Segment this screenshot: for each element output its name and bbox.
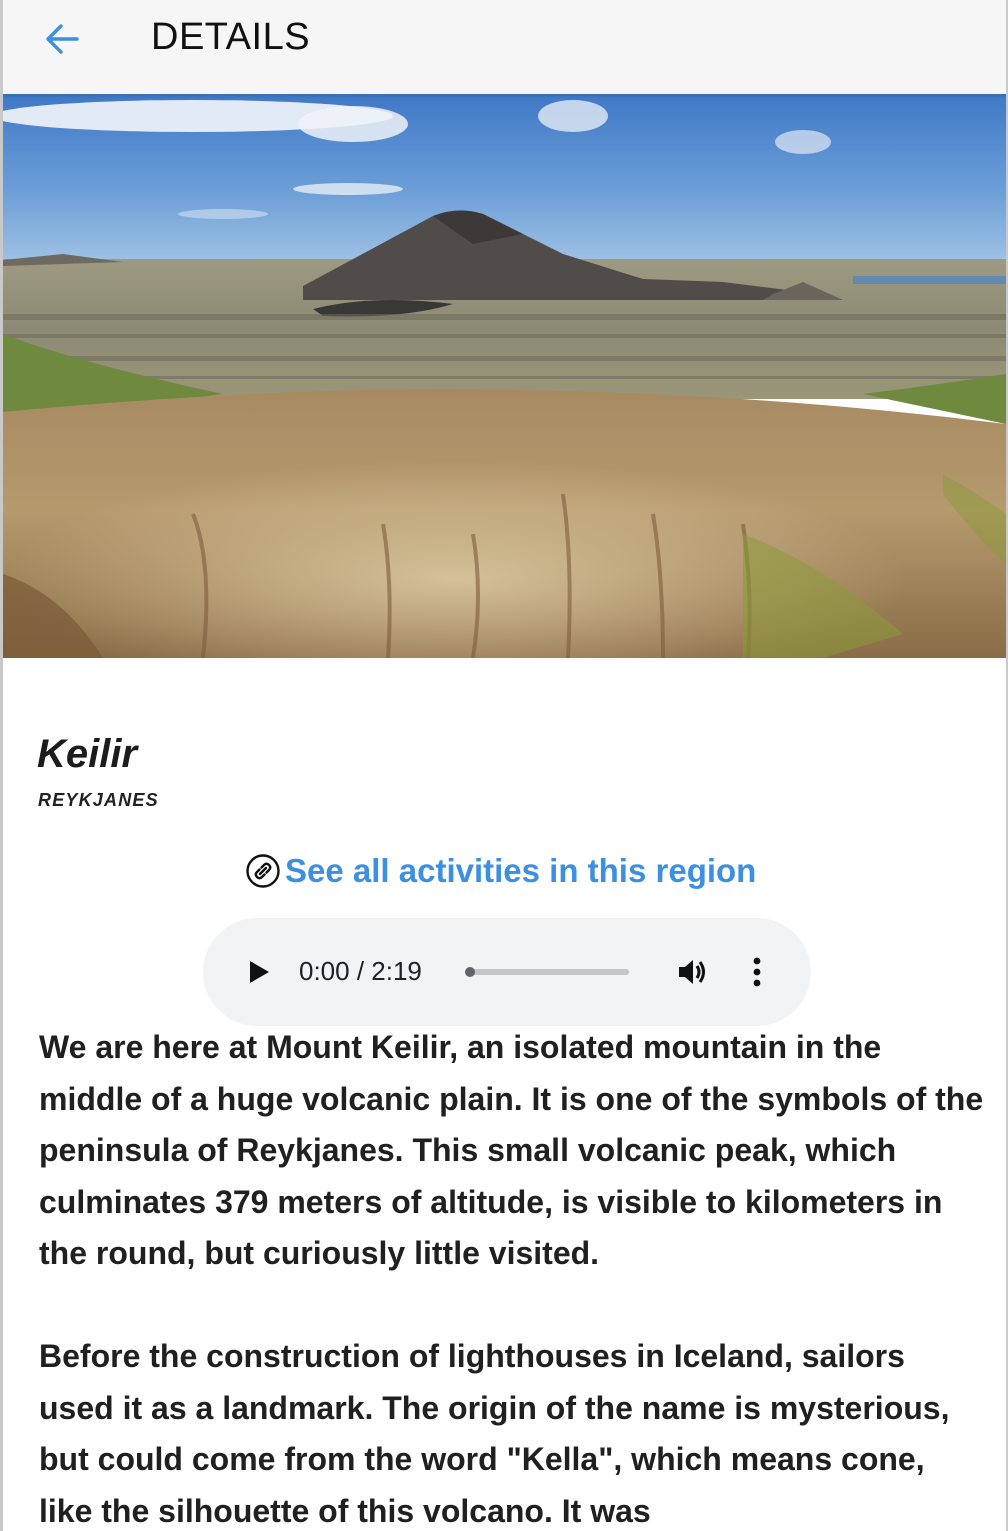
audio-menu-button[interactable] bbox=[743, 954, 771, 990]
audio-progress-bar[interactable] bbox=[465, 967, 629, 977]
see-activities-link[interactable]: See all activities in this region bbox=[245, 852, 756, 890]
see-activities-label: See all activities in this region bbox=[285, 852, 757, 889]
play-icon bbox=[250, 961, 269, 983]
app-frame: DETAILS Keilir REYKJANES See all activit… bbox=[0, 0, 1008, 1531]
link-icon bbox=[245, 853, 281, 889]
description-paragraph: We are here at Mount Keilir, an isolated… bbox=[39, 1029, 984, 1271]
audio-time: 0:00 / 2:19 bbox=[299, 956, 422, 986]
description-paragraph: Before the construction of lighthouses i… bbox=[39, 1338, 950, 1529]
back-button[interactable] bbox=[39, 18, 85, 60]
more-vert-icon bbox=[753, 957, 761, 987]
region-name: REYKJANES bbox=[38, 790, 159, 810]
landscape-photo bbox=[3, 94, 1006, 658]
place-name: Keilir bbox=[37, 732, 138, 776]
audio-player: 0:00 / 2:19 bbox=[203, 918, 811, 1026]
top-app-bar: DETAILS bbox=[3, 0, 1006, 94]
arrow-left-icon bbox=[46, 24, 79, 54]
play-button[interactable] bbox=[241, 954, 277, 990]
audio-progress-knob[interactable] bbox=[465, 967, 475, 977]
page-title: DETAILS bbox=[151, 16, 311, 58]
hero-image bbox=[3, 94, 1006, 658]
place-description: We are here at Mount Keilir, an isolated… bbox=[39, 1022, 984, 1531]
volume-icon bbox=[679, 960, 705, 984]
volume-button[interactable] bbox=[675, 954, 711, 990]
